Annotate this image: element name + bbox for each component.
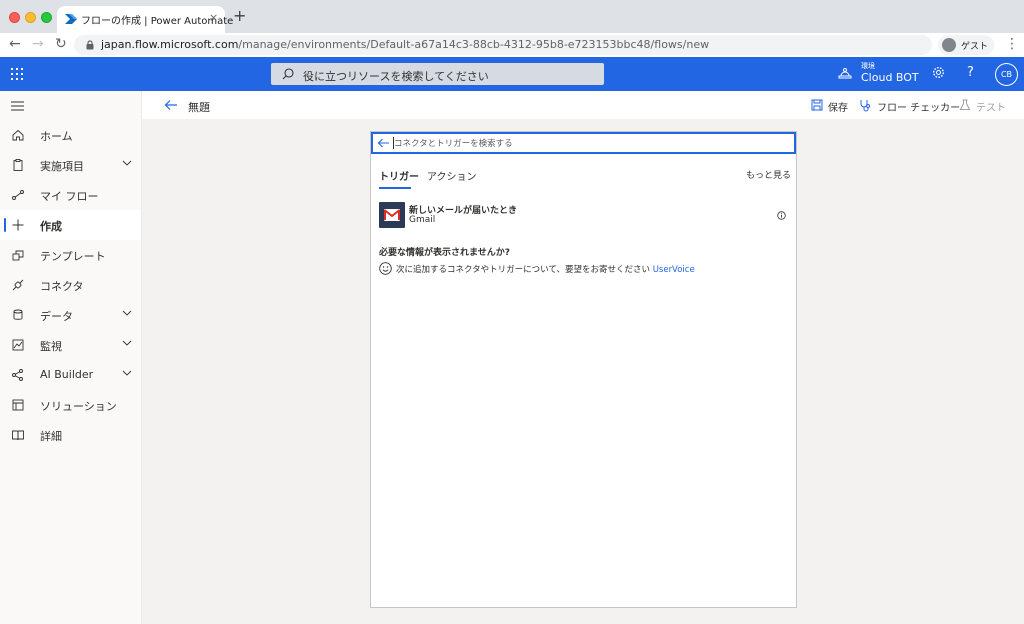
connector-icon <box>12 279 24 291</box>
database-icon <box>13 309 23 320</box>
nav-item-action-items[interactable]: 実施項目 <box>0 150 141 180</box>
plus-icon <box>12 219 24 231</box>
trigger-item-gmail-new-email[interactable]: 新しいメールが届いたとき Gmail <box>379 202 789 230</box>
nav-label-monitor: 監視 <box>40 340 62 353</box>
environment-label: 環境 <box>861 62 875 70</box>
profile-button[interactable]: ゲスト <box>938 35 994 55</box>
nav-item-ai-builder[interactable]: AI Builder <box>0 360 141 390</box>
connector-search-input[interactable]: コネクタとトリガーを検索する <box>371 132 796 154</box>
feedback-message: 次に追加するコネクタやトリガーについて、要望をお寄せください <box>396 265 650 275</box>
test-label: テスト <box>976 103 1006 114</box>
flow-title[interactable]: 無題 <box>188 99 210 115</box>
monitor-icon <box>12 339 24 351</box>
power-automate-favicon-icon <box>65 14 77 24</box>
profile-label: ゲスト <box>961 42 989 52</box>
url-path: /manage/environments/Default-a67a14c3-88… <box>238 38 710 51</box>
nav-item-data[interactable]: データ <box>0 300 141 330</box>
info-icon[interactable] <box>777 211 786 220</box>
nav-label-learn: 詳細 <box>40 430 62 443</box>
tab-close-icon[interactable]: × <box>209 11 218 24</box>
nav-item-solutions[interactable]: ソリューション <box>0 390 141 420</box>
command-bar: 無題 保存 フロー チェッカー テスト <box>142 91 1024 119</box>
back-arrow-icon[interactable] <box>377 137 390 149</box>
nav-label-ai-builder: AI Builder <box>40 368 94 381</box>
stethoscope-icon <box>860 100 870 112</box>
window-close-button[interactable] <box>9 12 20 23</box>
user-avatar[interactable]: CB <box>995 63 1018 86</box>
test-flask-icon <box>959 99 971 110</box>
nav-item-connectors[interactable]: コネクタ <box>0 270 141 300</box>
solution-icon <box>12 399 24 411</box>
url-host: japan.flow.microsoft.com <box>101 38 239 51</box>
missing-info-title: 必要な情報が表示されませんか? <box>379 248 510 258</box>
nav-item-my-flows[interactable]: マイ フロー <box>0 180 141 210</box>
address-bar[interactable]: japan.flow.microsoft.com/manage/environm… <box>74 35 932 55</box>
nav-label-templates: テンプレート <box>40 250 106 263</box>
left-navigation: ホーム 実施項目 マイ フロー 作成 テンプレート コネクタ データ 監視 AI… <box>0 91 142 624</box>
back-arrow-icon[interactable] <box>164 99 178 111</box>
nav-label-data: データ <box>40 310 73 323</box>
home-icon <box>12 129 24 141</box>
save-label: 保存 <box>828 103 848 114</box>
resource-search-box[interactable]: 役に立つリソースを検索してください <box>271 63 604 85</box>
browser-toolbar: ← → ↻ japan.flow.microsoft.com/manage/en… <box>0 33 1024 57</box>
chevron-down-icon <box>122 340 132 346</box>
smiley-icon <box>379 262 392 275</box>
feedback-text: 次に追加するコネクタやトリガーについて、要望をお寄せください UserVoice <box>396 263 695 275</box>
profile-avatar-icon <box>942 38 956 52</box>
nav-label-create: 作成 <box>40 220 62 233</box>
window-minimize-button[interactable] <box>25 12 36 23</box>
forward-button[interactable]: → <box>32 36 44 52</box>
nav-item-templates[interactable]: テンプレート <box>0 240 141 270</box>
search-icon <box>282 68 294 80</box>
nav-item-learn[interactable]: 詳細 <box>0 420 141 450</box>
nav-item-monitor[interactable]: 監視 <box>0 330 141 360</box>
save-icon <box>811 99 823 111</box>
reload-button[interactable]: ↻ <box>55 36 67 52</box>
browser-tab-bar: フローの作成 | Power Automate × + <box>0 0 1024 33</box>
help-icon[interactable]: ? <box>967 65 974 81</box>
flow-checker-label: フロー チェッカー <box>877 103 961 114</box>
chevron-down-icon <box>122 160 132 166</box>
environment-name[interactable]: Cloud BOT <box>861 71 919 84</box>
settings-gear-icon[interactable] <box>932 66 945 79</box>
ai-builder-icon <box>12 369 23 381</box>
nav-item-create[interactable]: 作成 <box>0 210 141 240</box>
back-button[interactable]: ← <box>9 36 21 52</box>
tab-triggers[interactable]: トリガー <box>379 168 419 183</box>
nav-label-action-items: 実施項目 <box>40 160 84 173</box>
chevron-down-icon <box>122 370 132 376</box>
connector-search-placeholder: コネクタとトリガーを検索する <box>394 139 513 149</box>
browser-tab[interactable]: フローの作成 | Power Automate × <box>57 6 233 33</box>
nav-item-home[interactable]: ホーム <box>0 120 141 150</box>
active-tab-indicator <box>379 187 411 189</box>
search-placeholder: 役に立つリソースを検索してください <box>303 70 489 83</box>
browser-menu-icon[interactable]: ⋮ <box>1005 35 1019 53</box>
nav-label-solutions: ソリューション <box>40 400 117 413</box>
book-icon <box>12 430 24 441</box>
app-launcher-icon[interactable] <box>11 68 23 80</box>
see-more-link[interactable]: もっと見る <box>746 168 791 181</box>
trigger-picker-panel: コネクタとトリガーを検索する トリガー アクション もっと見る 新しいメールが届… <box>370 131 797 608</box>
lock-icon <box>86 40 94 50</box>
window-maximize-button[interactable] <box>41 12 52 23</box>
url-text: japan.flow.microsoft.com/manage/environm… <box>101 38 709 51</box>
uservoice-link[interactable]: UserVoice <box>653 265 695 275</box>
nav-label-my-flows: マイ フロー <box>40 190 99 203</box>
template-icon <box>12 250 24 261</box>
clipboard-icon <box>13 159 23 171</box>
flow-icon <box>12 190 24 200</box>
tab-actions[interactable]: アクション <box>427 168 477 183</box>
chevron-down-icon <box>122 310 132 316</box>
trigger-connector: Gmail <box>409 215 436 225</box>
app-header: 役に立つリソースを検索してください 環境 Cloud BOT ? CB <box>0 57 1024 91</box>
hamburger-menu-icon[interactable] <box>11 101 24 111</box>
nav-label-connectors: コネクタ <box>40 280 84 293</box>
nav-label-home: ホーム <box>40 130 73 143</box>
gmail-icon <box>379 202 405 228</box>
environment-icon <box>838 68 852 79</box>
new-tab-button[interactable]: + <box>233 8 246 24</box>
